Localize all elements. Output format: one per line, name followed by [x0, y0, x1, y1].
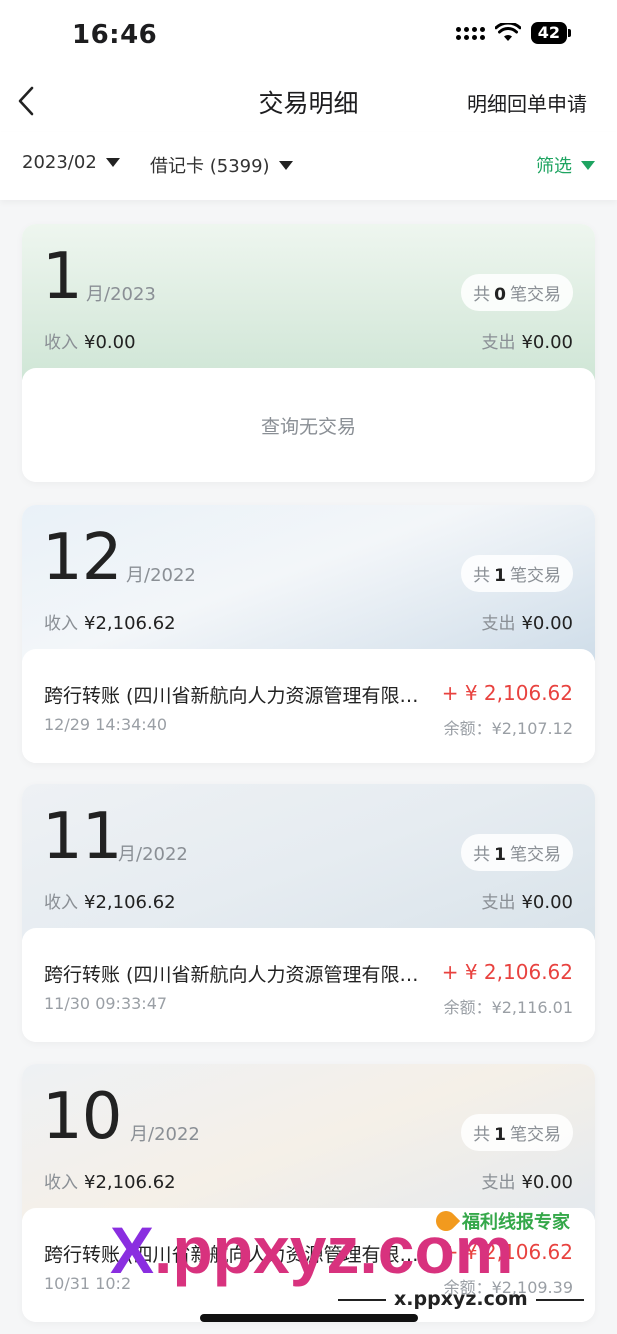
month-card: 12 月/2022 共 1 笔交易 收入 ¥2,106.62 支出 ¥0.00 跨行转账… [22, 505, 595, 763]
month-year: 月/2022 [130, 1124, 200, 1145]
transaction-amount: + ¥ 2,106.62 [441, 960, 573, 984]
receipt-request-link[interactable]: 明细回单申请 [467, 88, 587, 117]
transaction-row[interactable]: 跨行转账 (四川省新航向人力资源管理有限公司) 11/30 09:33:47 +… [22, 928, 595, 1042]
month-number: 12 [42, 521, 122, 595]
status-bar: 16:46 42 [0, 0, 617, 70]
screen-filter-button[interactable]: 筛选 [536, 152, 595, 178]
transaction-name: 跨行转账 (四川省新航向人力资源管理有限公司) [44, 964, 426, 986]
month-body: 查询无交易 [22, 368, 595, 482]
month-header: 11 月/2022 共 1 笔交易 收入 ¥2,106.62 支出 ¥0.00 [22, 784, 595, 940]
transaction-amount: + ¥ 2,106.62 [441, 1240, 573, 1264]
month-card: 10 月/2022 共 1 笔交易 收入 ¥2,106.62 支出 ¥0.00 跨行转账… [22, 1064, 595, 1322]
month-number: 1 [42, 240, 83, 314]
transaction-count-badge: 共 1 笔交易 [461, 555, 573, 592]
month-number: 11 [42, 800, 122, 874]
income-summary: 收入 ¥2,106.62 [44, 1172, 176, 1193]
month-header: 1 月/2023 共 0 笔交易 收入 ¥0.00 支出 ¥0.00 [22, 224, 595, 380]
nav-bar: 交易明细 明细回单申请 [0, 70, 617, 132]
caret-down-icon [105, 158, 120, 167]
transaction-row[interactable]: 跨行转账 (四川省新航向人力资源管理有限公司) 12/29 14:34:40 +… [22, 649, 595, 763]
transaction-name: 跨行转账 (四川省新航向人力资源管理有限公司) [44, 1244, 426, 1266]
filter-bar: 2023/02 借记卡 (5399) 筛选 [0, 132, 617, 200]
cellular-signal-icon [455, 26, 485, 40]
transaction-time: 10/31 10:2 [44, 1274, 132, 1293]
expense-summary: 支出 ¥0.00 [481, 892, 573, 913]
status-icons: 42 [455, 22, 571, 44]
month-card: 11 月/2022 共 1 笔交易 收入 ¥2,106.62 支出 ¥0.00 跨行转账… [22, 784, 595, 1042]
transaction-balance: 余额：¥2,109.39 [443, 1278, 573, 1297]
card-selector[interactable]: 借记卡 (5399) [150, 152, 293, 178]
transaction-time: 11/30 09:33:47 [44, 994, 168, 1013]
month-year: 月/2022 [118, 844, 188, 865]
transaction-amount: + ¥ 2,106.62 [441, 681, 573, 705]
transaction-balance: 余额：¥2,107.12 [443, 719, 573, 738]
expense-summary: 支出 ¥0.00 [481, 1172, 573, 1193]
caret-down-icon [581, 160, 595, 170]
expense-summary: 支出 ¥0.00 [481, 332, 573, 353]
period-value: 2023/02 [22, 152, 97, 173]
month-year: 月/2022 [126, 565, 196, 586]
income-summary: 收入 ¥2,106.62 [44, 892, 176, 913]
transaction-row[interactable]: 跨行转账 (四川省新航向人力资源管理有限公司) 10/31 10:2 + ¥ 2… [22, 1208, 595, 1322]
expense-summary: 支出 ¥0.00 [481, 613, 573, 634]
month-number: 10 [42, 1080, 122, 1154]
transaction-time: 12/29 14:34:40 [44, 715, 168, 734]
home-indicator[interactable] [200, 1314, 418, 1322]
income-summary: 收入 ¥0.00 [44, 332, 136, 353]
status-time: 16:46 [72, 20, 158, 50]
card-value: 借记卡 (5399) [150, 156, 270, 177]
caret-down-icon [278, 160, 293, 170]
transaction-name: 跨行转账 (四川省新航向人力资源管理有限公司) [44, 685, 426, 707]
battery-icon: 42 [530, 22, 571, 44]
transaction-count-badge: 共 1 笔交易 [461, 834, 573, 871]
month-year: 月/2023 [86, 284, 156, 305]
income-summary: 收入 ¥2,106.62 [44, 613, 176, 634]
month-header: 10 月/2022 共 1 笔交易 收入 ¥2,106.62 支出 ¥0.00 [22, 1064, 595, 1220]
transaction-balance: 余额：¥2,116.01 [443, 998, 573, 1017]
month-card: 1 月/2023 共 0 笔交易 收入 ¥0.00 支出 ¥0.00 查询无交易 [22, 224, 595, 482]
battery-level: 42 [530, 22, 567, 44]
wifi-icon [494, 23, 521, 41]
transaction-count-badge: 共 1 笔交易 [461, 1114, 573, 1151]
month-header: 12 月/2022 共 1 笔交易 收入 ¥2,106.62 支出 ¥0.00 [22, 505, 595, 661]
transaction-detail-screen: 16:46 42 交易明细 明细回单申请 2023/02 借记卡 (5399) … [0, 0, 617, 1334]
empty-state-text: 查询无交易 [260, 416, 356, 438]
transaction-count-badge: 共 0 笔交易 [461, 274, 573, 311]
screen-label: 筛选 [536, 156, 572, 177]
period-selector[interactable]: 2023/02 [22, 152, 120, 173]
